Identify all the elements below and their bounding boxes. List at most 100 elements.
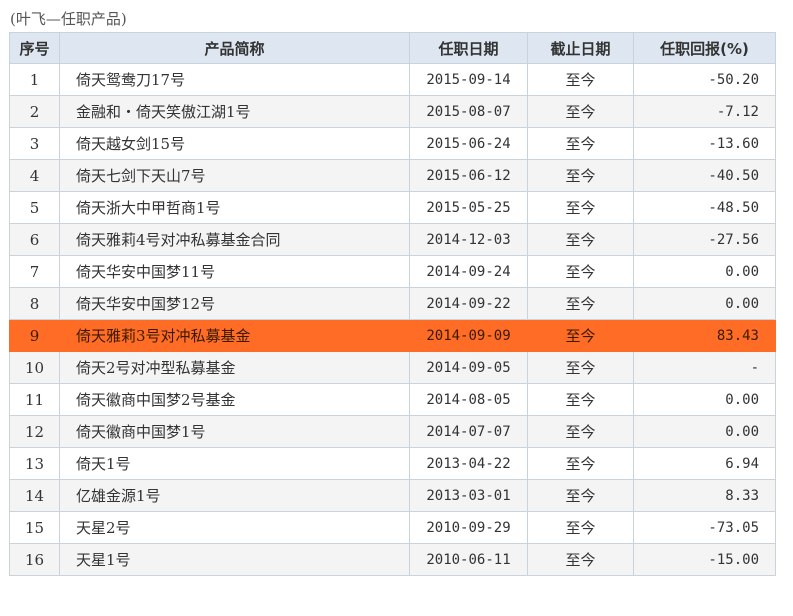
cell-return: 83.43 — [633, 319, 776, 352]
cell-end-date: 至今 — [527, 159, 634, 192]
cell-no: 12 — [9, 415, 60, 448]
table-row[interactable]: 10 倚天2号对冲型私募基金 2014-09-05 至今 - — [9, 351, 776, 384]
cell-product-name: 倚天华安中国梦12号 — [59, 287, 410, 320]
cell-no: 7 — [9, 255, 60, 288]
cell-start-date: 2014-08-05 — [409, 383, 528, 416]
cell-start-date: 2010-06-11 — [409, 543, 528, 576]
cell-start-date: 2015-06-24 — [409, 127, 528, 160]
cell-no: 3 — [9, 127, 60, 160]
cell-end-date: 至今 — [527, 511, 634, 544]
cell-start-date: 2014-09-05 — [409, 351, 528, 384]
table-row[interactable]: 2 金融和・倚天笑傲江湖1号 2015-08-07 至今 -7.12 — [9, 95, 776, 128]
cell-return: -48.50 — [633, 191, 776, 224]
cell-start-date: 2015-08-07 — [409, 95, 528, 128]
cell-product-name: 倚天七剑下天山7号 — [59, 159, 410, 192]
cell-return: -73.05 — [633, 511, 776, 544]
header-no: 序号 — [9, 32, 60, 64]
cell-no: 15 — [9, 511, 60, 544]
cell-return: 0.00 — [633, 287, 776, 320]
table-row[interactable]: 11 倚天徽商中国梦2号基金 2014-08-05 至今 0.00 — [9, 383, 776, 416]
cell-end-date: 至今 — [527, 191, 634, 224]
table-row[interactable]: 13 倚天1号 2013-04-22 至今 6.94 — [9, 447, 776, 480]
cell-start-date: 2013-03-01 — [409, 479, 528, 512]
cell-start-date: 2015-05-25 — [409, 191, 528, 224]
products-table: 序号 产品简称 任职日期 截止日期 任职回报(%) 1 倚天鸳鸯刀17号 2015-… — [9, 32, 776, 576]
cell-product-name: 倚天鸳鸯刀17号 — [59, 63, 410, 96]
cell-return: -27.56 — [633, 223, 776, 256]
cell-start-date: 2010-09-29 — [409, 511, 528, 544]
table-row[interactable]: 8 倚天华安中国梦12号 2014-09-22 至今 0.00 — [9, 287, 776, 320]
cell-return: -7.12 — [633, 95, 776, 128]
cell-product-name: 倚天雅莉4号对冲私募基金合同 — [59, 223, 410, 256]
cell-start-date: 2014-09-24 — [409, 255, 528, 288]
cell-product-name: 倚天雅莉3号对冲私募基金 — [59, 319, 410, 352]
table-row[interactable]: 12 倚天徽商中国梦1号 2014-07-07 至今 0.00 — [9, 415, 776, 448]
header-end-date: 截止日期 — [527, 32, 634, 64]
cell-return: -50.20 — [633, 63, 776, 96]
cell-return: 0.00 — [633, 415, 776, 448]
cell-end-date: 至今 — [527, 351, 634, 384]
cell-end-date: 至今 — [527, 543, 634, 576]
cell-end-date: 至今 — [527, 383, 634, 416]
table-row[interactable]: 3 倚天越女剑15号 2015-06-24 至今 -13.60 — [9, 127, 776, 160]
cell-product-name: 天星1号 — [59, 543, 410, 576]
cell-no: 2 — [9, 95, 60, 128]
cell-product-name: 倚天浙大中甲哲商1号 — [59, 191, 410, 224]
cell-no: 6 — [9, 223, 60, 256]
cell-product-name: 金融和・倚天笑傲江湖1号 — [59, 95, 410, 128]
cell-start-date: 2013-04-22 — [409, 447, 528, 480]
cell-no: 13 — [9, 447, 60, 480]
cell-return: 8.33 — [633, 479, 776, 512]
cell-end-date: 至今 — [527, 63, 634, 96]
cell-no: 1 — [9, 63, 60, 96]
cell-product-name: 亿雄金源1号 — [59, 479, 410, 512]
cell-no: 9 — [9, 319, 60, 352]
cell-return: - — [633, 351, 776, 384]
table-row[interactable]: 4 倚天七剑下天山7号 2015-06-12 至今 -40.50 — [9, 159, 776, 192]
cell-product-name: 倚天华安中国梦11号 — [59, 255, 410, 288]
table-row[interactable]: 1 倚天鸳鸯刀17号 2015-09-14 至今 -50.20 — [9, 63, 776, 96]
cell-return: -40.50 — [633, 159, 776, 192]
cell-start-date: 2014-09-22 — [409, 287, 528, 320]
cell-end-date: 至今 — [527, 127, 634, 160]
cell-product-name: 天星2号 — [59, 511, 410, 544]
cell-start-date: 2014-12-03 — [409, 223, 528, 256]
cell-no: 10 — [9, 351, 60, 384]
table-header-row: 序号 产品简称 任职日期 截止日期 任职回报(%) — [9, 32, 776, 64]
cell-return: -15.00 — [633, 543, 776, 576]
cell-end-date: 至今 — [527, 223, 634, 256]
cell-no: 14 — [9, 479, 60, 512]
table-row[interactable]: 6 倚天雅莉4号对冲私募基金合同 2014-12-03 至今 -27.56 — [9, 223, 776, 256]
cell-start-date: 2015-06-12 — [409, 159, 528, 192]
cell-return: 0.00 — [633, 383, 776, 416]
table-row[interactable]: 15 天星2号 2010-09-29 至今 -73.05 — [9, 511, 776, 544]
cell-no: 4 — [9, 159, 60, 192]
header-start-date: 任职日期 — [409, 32, 528, 64]
cell-no: 11 — [9, 383, 60, 416]
cell-return: -13.60 — [633, 127, 776, 160]
cell-product-name: 倚天2号对冲型私募基金 — [59, 351, 410, 384]
cell-end-date: 至今 — [527, 415, 634, 448]
header-name: 产品简称 — [59, 32, 410, 64]
cell-start-date: 2015-09-14 — [409, 63, 528, 96]
cell-end-date: 至今 — [527, 447, 634, 480]
cell-end-date: 至今 — [527, 479, 634, 512]
table-row[interactable]: 16 天星1号 2010-06-11 至今 -15.00 — [9, 543, 776, 576]
cell-product-name: 倚天徽商中国梦1号 — [59, 415, 410, 448]
table-row[interactable]: 7 倚天华安中国梦11号 2014-09-24 至今 0.00 — [9, 255, 776, 288]
table-row[interactable]: 14 亿雄金源1号 2013-03-01 至今 8.33 — [9, 479, 776, 512]
cell-start-date: 2014-07-07 — [409, 415, 528, 448]
cell-product-name: 倚天1号 — [59, 447, 410, 480]
cell-no: 16 — [9, 543, 60, 576]
cell-return: 0.00 — [633, 255, 776, 288]
cell-start-date: 2014-09-09 — [409, 319, 528, 352]
header-return: 任职回报(%) — [633, 32, 776, 64]
cell-no: 5 — [9, 191, 60, 224]
cell-product-name: 倚天越女剑15号 — [59, 127, 410, 160]
cell-end-date: 至今 — [527, 255, 634, 288]
cell-return: 6.94 — [633, 447, 776, 480]
table-row[interactable]: 9 倚天雅莉3号对冲私募基金 2014-09-09 至今 83.43 — [9, 319, 776, 352]
cell-product-name: 倚天徽商中国梦2号基金 — [59, 383, 410, 416]
cell-end-date: 至今 — [527, 287, 634, 320]
table-row[interactable]: 5 倚天浙大中甲哲商1号 2015-05-25 至今 -48.50 — [9, 191, 776, 224]
